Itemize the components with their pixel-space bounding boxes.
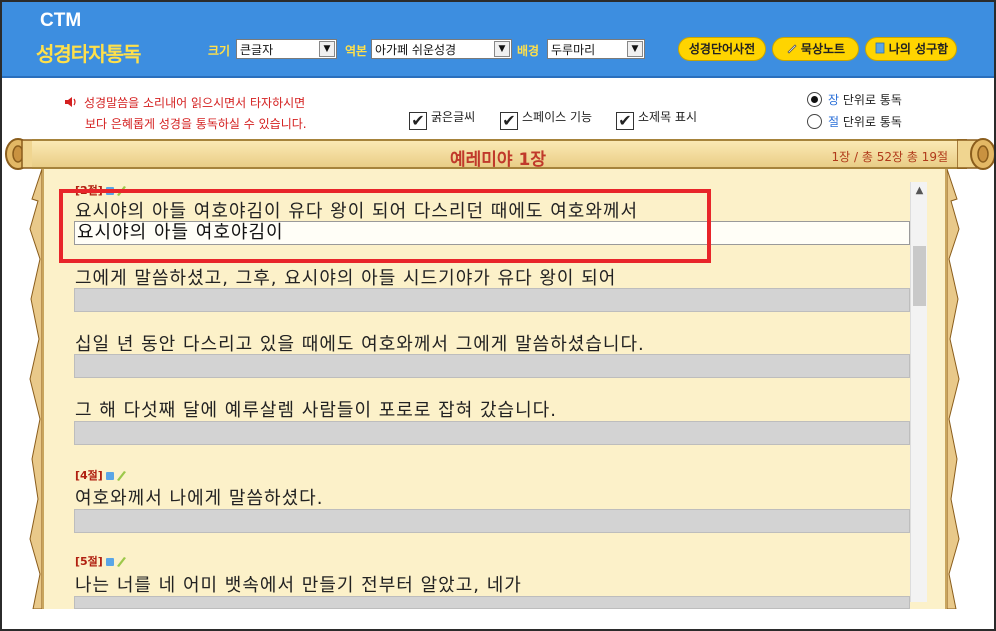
verse-5-label: [5절]: [75, 553, 127, 569]
app-window: CTM 성경타자통독 크기 큰글자 ▼ 역본 아가페 쉬운성경 ▼ 배경 두루마…: [0, 0, 996, 631]
background-select[interactable]: 두루마리 ▼: [547, 39, 645, 59]
verse-mode-key: 절: [828, 115, 840, 129]
verse-line-4: 그 해 다섯째 달에 예루살렘 사람들이 포로로 잡혀 갔습니다.: [75, 400, 557, 421]
header-bar: CTM 성경타자통독 크기 큰글자 ▼ 역본 아가페 쉬운성경 ▼ 배경 두루마…: [2, 2, 994, 78]
bookmark-icon: [875, 42, 885, 54]
chevron-down-icon[interactable]: ▼: [627, 41, 643, 57]
chapter-mode-radio[interactable]: 장 단위로 통독: [807, 91, 902, 108]
version-select-value: 아가페 쉬운성경: [375, 43, 457, 57]
verse-mode-label: 단위로 통독: [839, 115, 902, 129]
background-select-value: 두루마리: [551, 43, 596, 57]
verse-5-text: 나는 너를 네 어미 뱃속에서 만들기 전부터 알았고, 네가: [75, 575, 522, 596]
scroll-up-icon[interactable]: ▲: [911, 182, 928, 199]
typing-input-5[interactable]: [74, 509, 910, 533]
bold-checkbox[interactable]: ✔ 굵은글씨: [409, 108, 475, 130]
version-select[interactable]: 아가페 쉬운성경 ▼: [371, 39, 512, 59]
verse-4-text: 여호와께서 나에게 말씀하셨다.: [75, 488, 324, 509]
background-label: 배경: [517, 44, 540, 58]
meditation-note-label: 묵상노트: [800, 42, 846, 56]
typing-input-4[interactable]: [74, 421, 910, 445]
meditation-note-button[interactable]: 묵상노트: [772, 37, 859, 61]
radio-unselected-icon[interactable]: [807, 114, 822, 129]
my-verses-label: 나의 성구함: [888, 42, 949, 56]
vertical-scrollbar[interactable]: ▲: [910, 182, 927, 602]
bold-checkbox-label: 굵은글씨: [431, 110, 476, 124]
space-checkbox[interactable]: ✔ 스페이스 기능: [500, 108, 592, 130]
checkmark-icon[interactable]: ✔: [500, 112, 518, 130]
verse-5-number: [5절]: [75, 555, 103, 568]
scrollbar-thumb[interactable]: [913, 246, 926, 306]
chapter-mode-label: 단위로 통독: [839, 93, 902, 107]
subtitle-checkbox-label: 소제목 표시: [638, 110, 698, 124]
pencil-icon[interactable]: [105, 555, 127, 567]
speaker-icon: [65, 97, 76, 107]
subtitle-checkbox[interactable]: ✔ 소제목 표시: [616, 108, 697, 130]
my-verses-button[interactable]: 나의 성구함: [865, 37, 957, 61]
notice-line-1: 성경말씀을 소리내어 읽으시면서 타자하시면: [84, 96, 306, 110]
checkmark-icon[interactable]: ✔: [616, 112, 634, 130]
pencil-icon[interactable]: [105, 469, 127, 481]
chevron-down-icon[interactable]: ▼: [319, 41, 335, 57]
dictionary-button[interactable]: 성경단어사전: [678, 37, 766, 61]
logo-ctm: CTM: [40, 10, 82, 31]
verse-mode-radio[interactable]: 절 단위로 통독: [807, 113, 902, 130]
paper-edge-left: [29, 169, 42, 609]
paper-edge-right: [947, 169, 960, 609]
chapter-count: 1장 / 총 52장 총 19절: [831, 150, 949, 164]
checkmark-icon[interactable]: ✔: [409, 112, 427, 130]
verse-line-3: 십일 년 동안 다스리고 있을 때에도 여호와께서 그에게 말씀하셨습니다.: [75, 334, 645, 355]
radio-selected-icon[interactable]: [807, 92, 822, 107]
pencil-icon: [787, 44, 797, 54]
typing-input-2[interactable]: [74, 288, 910, 312]
space-checkbox-label: 스페이스 기능: [522, 110, 593, 124]
size-select[interactable]: 큰글자 ▼: [236, 39, 337, 59]
verse-line-2: 그에게 말씀하셨고, 그후, 요시야의 아들 시드기야가 유다 왕이 되어: [75, 268, 617, 289]
verse-4-number: [4절]: [75, 469, 103, 482]
typing-input-6[interactable]: [74, 596, 910, 609]
size-select-value: 큰글자: [240, 43, 274, 57]
verse-4-label: [4절]: [75, 467, 127, 483]
chevron-down-icon[interactable]: ▼: [494, 41, 510, 57]
typing-input-3[interactable]: [74, 354, 910, 378]
chapter-mode-key: 장: [828, 93, 840, 107]
notice-line-2: 보다 은혜롭게 성경을 통독하실 수 있습니다.: [85, 117, 307, 131]
version-label: 역본: [345, 44, 368, 58]
highlight-box: [59, 189, 711, 263]
size-label: 크기: [208, 44, 231, 58]
logo-title: 성경타자통독: [36, 42, 141, 66]
